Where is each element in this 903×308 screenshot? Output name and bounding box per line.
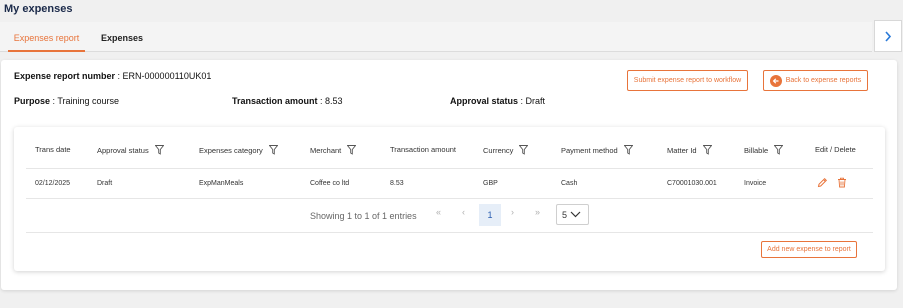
approval-status-label: Approval status [450,96,519,106]
cell-approval-status: Draft [97,180,113,187]
report-number-value: ERN-000000110UK01 [122,71,212,81]
side-panel-toggle[interactable] [874,20,902,52]
delete-trash-icon[interactable] [837,177,847,188]
filter-icon[interactable] [702,145,712,155]
filter-icon[interactable] [774,145,784,155]
edit-pencil-icon[interactable] [817,177,828,188]
pager-divider [26,232,873,233]
col-billable: Billable [744,145,784,155]
prev-page-button[interactable]: ‹ [462,207,465,217]
add-expense-button[interactable]: Add new expense to report [761,241,857,258]
col-currency: Currency [483,145,529,155]
col-edit-delete: Edit / Delete [815,145,856,154]
filter-icon[interactable] [154,145,164,155]
filter-icon[interactable] [347,145,357,155]
cell-trans-date: 02/12/2025 [35,180,71,187]
col-trans-date: Trans date [35,145,71,154]
approval-status-value: Draft [525,96,546,106]
cell-merchant: Coffee co ltd [310,180,350,187]
page-number-current[interactable]: 1 [479,204,501,226]
cell-payment-method: Cash [561,180,578,187]
filter-icon[interactable] [519,145,529,155]
tab-expenses-report[interactable]: Expenses report [8,22,85,52]
chevron-right-icon [884,30,892,42]
row-divider [26,198,873,199]
cell-matter-id: C70001030.001 [667,180,717,187]
cell-transaction-amount: 8.53 [390,180,404,187]
report-approval-status: Approval status : Draft [450,96,546,106]
col-merchant: Merchant [310,145,357,155]
report-number: Expense report number : ERN-000000110UK0… [14,71,212,81]
last-page-button[interactable]: » [535,207,540,217]
back-to-reports-button[interactable]: Back to expense reports [763,70,868,91]
header-divider [26,168,873,169]
next-page-button[interactable]: › [511,207,514,217]
purpose-value: Training course [57,96,120,106]
expenses-table-card: Trans date Approval status Expenses cate… [14,127,885,271]
col-approval-status: Approval status [97,145,164,155]
app-title: My expenses [4,3,73,15]
cell-billable: Invoice [744,180,767,187]
first-page-button[interactable]: « [436,207,441,217]
col-expenses-category: Expenses category [199,145,278,155]
col-transaction-amount: Transaction amount [390,145,457,154]
report-amount: Transaction amount : 8.53 [232,96,343,106]
col-payment-method: Payment method [561,145,633,155]
report-purpose: Purpose : Training course [14,96,120,106]
filter-icon[interactable] [268,145,278,155]
cell-currency: GBP [483,180,498,187]
tab-expenses[interactable]: Expenses [96,22,148,52]
report-number-label: Expense report number [14,71,116,81]
filter-icon[interactable] [623,145,633,155]
cell-expenses-category: ExpManMeals [199,180,244,187]
back-arrow-icon [769,74,782,87]
tab-bar: Expenses report Expenses [0,22,872,52]
submit-to-workflow-button[interactable]: Submit expense report to workflow [627,70,748,91]
chevron-down-icon [570,211,581,218]
purpose-label: Purpose [14,96,51,106]
page-size-select[interactable]: 5 [556,204,589,225]
col-matter-id: Matter Id [667,145,712,155]
amount-value: 8.53 [325,96,343,106]
amount-label: Transaction amount [232,96,318,106]
pager-summary: Showing 1 to 1 of 1 entries [310,211,417,221]
